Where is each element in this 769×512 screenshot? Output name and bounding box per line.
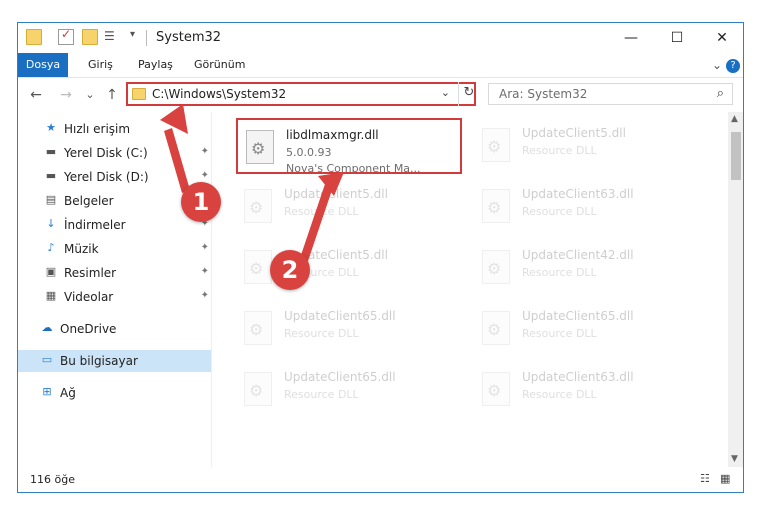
annotation-arrows — [160, 104, 344, 261]
step-badge-1: 1 — [181, 182, 221, 222]
step-badge-2: 2 — [270, 250, 310, 290]
annotation-arrow-2 — [300, 172, 344, 261]
annotation-arrow-1 — [160, 104, 190, 193]
